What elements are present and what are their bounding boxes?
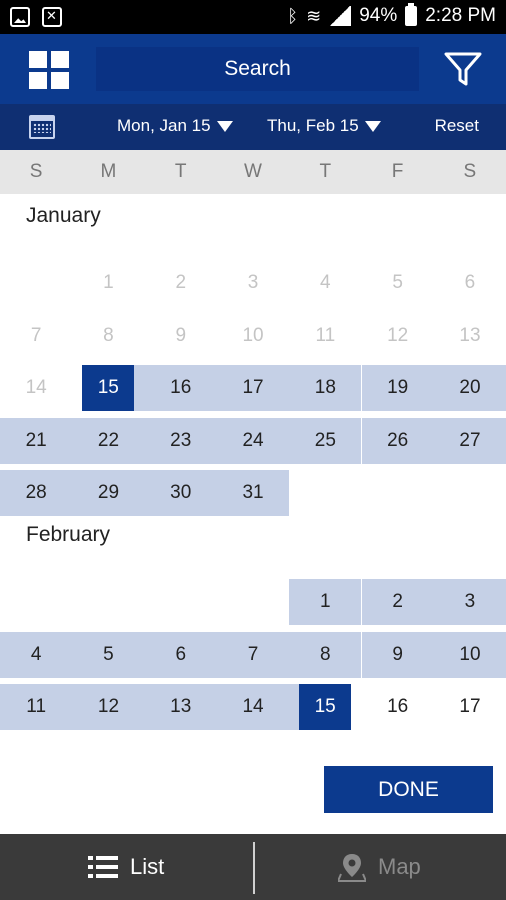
calendar-day[interactable]: 11 xyxy=(0,684,73,731)
battery-percent: 94% xyxy=(359,5,398,26)
calendar-day[interactable]: 21 xyxy=(217,737,289,748)
calendar-day[interactable]: 5 xyxy=(72,631,145,678)
close-box-icon xyxy=(42,7,62,27)
chevron-down-icon xyxy=(216,120,233,132)
calendar-day[interactable]: 3 xyxy=(217,260,289,306)
calendar-day[interactable]: 31 xyxy=(216,470,290,517)
calendar-day[interactable]: 11 xyxy=(289,313,361,359)
start-date-dropdown[interactable]: Mon, Jan 15 xyxy=(117,116,233,136)
bottom-nav: List Map xyxy=(0,834,506,900)
battery-icon xyxy=(405,3,418,26)
end-date-dropdown[interactable]: Thu, Feb 15 xyxy=(267,116,381,136)
calendar-day[interactable]: 24 xyxy=(434,737,506,748)
calendar-day[interactable]: 1 xyxy=(72,260,144,306)
calendar-day[interactable]: 18 xyxy=(289,365,362,412)
nav-divider xyxy=(253,842,255,894)
bluetooth-icon: ᛒ xyxy=(287,5,299,26)
start-date-label: Mon, Jan 15 xyxy=(117,116,211,135)
calendar-day[interactable]: 7 xyxy=(216,631,290,678)
calendar-day[interactable]: 30 xyxy=(144,470,217,517)
calendar-day[interactable]: 16 xyxy=(362,684,434,730)
list-tab[interactable]: List xyxy=(88,834,164,900)
weekday-label: W xyxy=(244,161,262,182)
calendar-day[interactable]: 3 xyxy=(433,579,506,625)
calendar-day[interactable]: 20 xyxy=(145,737,217,748)
calendar-day[interactable]: 9 xyxy=(145,313,217,359)
calendar-day[interactable]: 5 xyxy=(362,260,434,306)
weekday-label: S xyxy=(463,161,477,182)
calendar-day[interactable]: 29 xyxy=(72,470,145,517)
calendar-grid: January 1 2 3 4 5 6 7 8 9 10 11 12 13 14 15 16 17 18 19 20 21… xyxy=(0,194,506,748)
calendar-day[interactable]: 18 xyxy=(0,737,72,748)
calendar-day[interactable]: 20 xyxy=(433,365,506,412)
calendar-day[interactable]: 17 xyxy=(434,684,506,730)
calendar-day[interactable]: 6 xyxy=(144,631,217,678)
calendar-day[interactable]: 2 xyxy=(145,260,217,306)
weekday-header: S M T W T F S xyxy=(0,150,506,194)
calendar-day[interactable]: 21 xyxy=(0,417,73,464)
app-header: Search xyxy=(0,34,506,104)
calendar-day[interactable]: 22 xyxy=(72,417,145,464)
calendar-day[interactable]: 28 xyxy=(0,470,73,517)
calendar-day-selected[interactable]: 15 xyxy=(299,684,352,731)
calendar-day[interactable]: 19 xyxy=(361,365,434,412)
calendar-day[interactable]: 23 xyxy=(144,417,217,464)
calendar-fade xyxy=(0,748,506,756)
calendar-day[interactable]: 27 xyxy=(433,417,506,464)
calendar-day[interactable]: 10 xyxy=(433,631,506,678)
calendar-day[interactable]: 25 xyxy=(289,417,362,464)
search-input[interactable]: Search xyxy=(96,47,419,91)
weekday-label: T xyxy=(319,161,332,182)
map-pin-icon xyxy=(338,854,366,882)
calendar-day[interactable]: 12 xyxy=(72,684,145,731)
end-date-label: Thu, Feb 15 xyxy=(267,116,359,135)
image-icon xyxy=(10,7,30,27)
calendar-day[interactable]: 6 xyxy=(434,260,506,306)
weekday-label: M xyxy=(100,161,117,182)
map-tab-label: Map xyxy=(378,854,421,879)
date-range-bar: Mon, Jan 15 Thu, Feb 15 Reset xyxy=(0,104,506,150)
month-title: February xyxy=(26,523,111,546)
calendar-day[interactable]: 4 xyxy=(0,631,73,678)
month-title: January xyxy=(26,204,101,227)
status-bar: ᛒ ≋ 94% 2:28 PM xyxy=(0,0,506,34)
wifi-icon: ≋ xyxy=(306,5,322,26)
calendar-day[interactable]: 4 xyxy=(289,260,361,306)
weekday-label: F xyxy=(391,161,404,182)
calendar-day[interactable]: 23 xyxy=(362,737,434,748)
map-tab[interactable]: Map xyxy=(338,834,421,900)
filter-icon[interactable] xyxy=(443,50,483,90)
clock: 2:28 PM xyxy=(425,5,496,26)
grid-menu-icon[interactable] xyxy=(29,51,69,89)
calendar-day[interactable]: 8 xyxy=(72,313,144,359)
calendar-day[interactable]: 17 xyxy=(216,365,290,412)
calendar-day[interactable]: 14 xyxy=(216,684,290,731)
signal-icon xyxy=(329,6,352,26)
calendar-icon[interactable] xyxy=(29,115,55,139)
calendar-day[interactable]: 7 xyxy=(0,313,72,359)
calendar-day-selected[interactable]: 15 xyxy=(82,365,135,412)
calendar-day[interactable]: 22 xyxy=(289,737,361,748)
done-button[interactable]: DONE xyxy=(324,766,493,813)
calendar-day[interactable]: 19 xyxy=(72,737,144,748)
calendar-day[interactable]: 13 xyxy=(434,313,506,359)
calendar-day[interactable]: 9 xyxy=(361,631,434,678)
calendar-day[interactable]: 10 xyxy=(217,313,289,359)
weekday-label: T xyxy=(174,161,187,182)
weekday-label: S xyxy=(29,161,43,182)
calendar-day[interactable]: 2 xyxy=(361,579,434,625)
calendar-day[interactable]: 12 xyxy=(362,313,434,359)
calendar-day[interactable]: 8 xyxy=(289,631,362,678)
calendar-day[interactable]: 24 xyxy=(216,417,290,464)
search-label: Search xyxy=(224,57,291,80)
calendar-day[interactable]: 1 xyxy=(289,579,362,625)
calendar-day[interactable]: 13 xyxy=(144,684,217,731)
reset-button[interactable]: Reset xyxy=(435,116,479,136)
calendar-day[interactable]: 16 xyxy=(144,365,217,412)
calendar-day[interactable]: 26 xyxy=(361,417,434,464)
list-icon xyxy=(88,856,118,878)
chevron-down-icon xyxy=(364,120,381,132)
list-tab-label: List xyxy=(130,854,165,879)
calendar-day[interactable]: 14 xyxy=(0,365,72,411)
